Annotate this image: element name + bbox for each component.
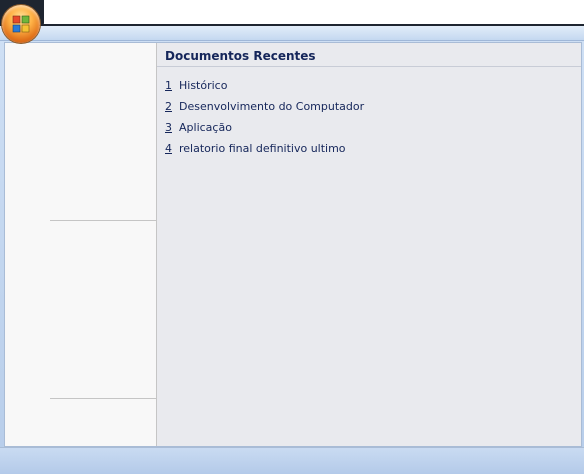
menu-separator — [50, 398, 156, 399]
recent-documents-pane: Documentos Recentes 1 Histórico 2 Desenv… — [157, 43, 581, 446]
title-bar — [0, 0, 584, 26]
recent-documents-list: 1 Histórico 2 Desenvolvimento do Computa… — [165, 75, 364, 159]
menu-footer — [0, 447, 584, 474]
menu-body: Documentos Recentes 1 Histórico 2 Desenv… — [4, 42, 582, 447]
recent-document-item[interactable]: 4 relatorio final definitivo ultimo — [165, 138, 364, 159]
recent-document-number: 4 — [165, 142, 172, 155]
recent-documents-divider — [157, 66, 581, 67]
office-button[interactable] — [2, 5, 40, 43]
recent-document-number: 3 — [165, 121, 172, 134]
menu-separator — [50, 220, 156, 221]
menu-top-strip — [0, 26, 584, 41]
recent-document-item[interactable]: 3 Aplicação — [165, 117, 364, 138]
recent-document-name: relatorio final definitivo ultimo — [179, 142, 346, 155]
office-menu: Documentos Recentes 1 Histórico 2 Desenv… — [0, 26, 584, 474]
recent-document-name: Aplicação — [179, 121, 232, 134]
recent-document-number: 1 — [165, 79, 172, 92]
recent-documents-title: Documentos Recentes — [165, 49, 316, 63]
recent-document-number: 2 — [165, 100, 172, 113]
recent-document-name: Histórico — [179, 79, 228, 92]
menu-commands-pane — [5, 43, 157, 446]
office-logo-icon — [12, 15, 30, 33]
recent-document-name: Desenvolvimento do Computador — [179, 100, 365, 113]
recent-document-item[interactable]: 1 Histórico — [165, 75, 364, 96]
recent-document-item[interactable]: 2 Desenvolvimento do Computador — [165, 96, 364, 117]
